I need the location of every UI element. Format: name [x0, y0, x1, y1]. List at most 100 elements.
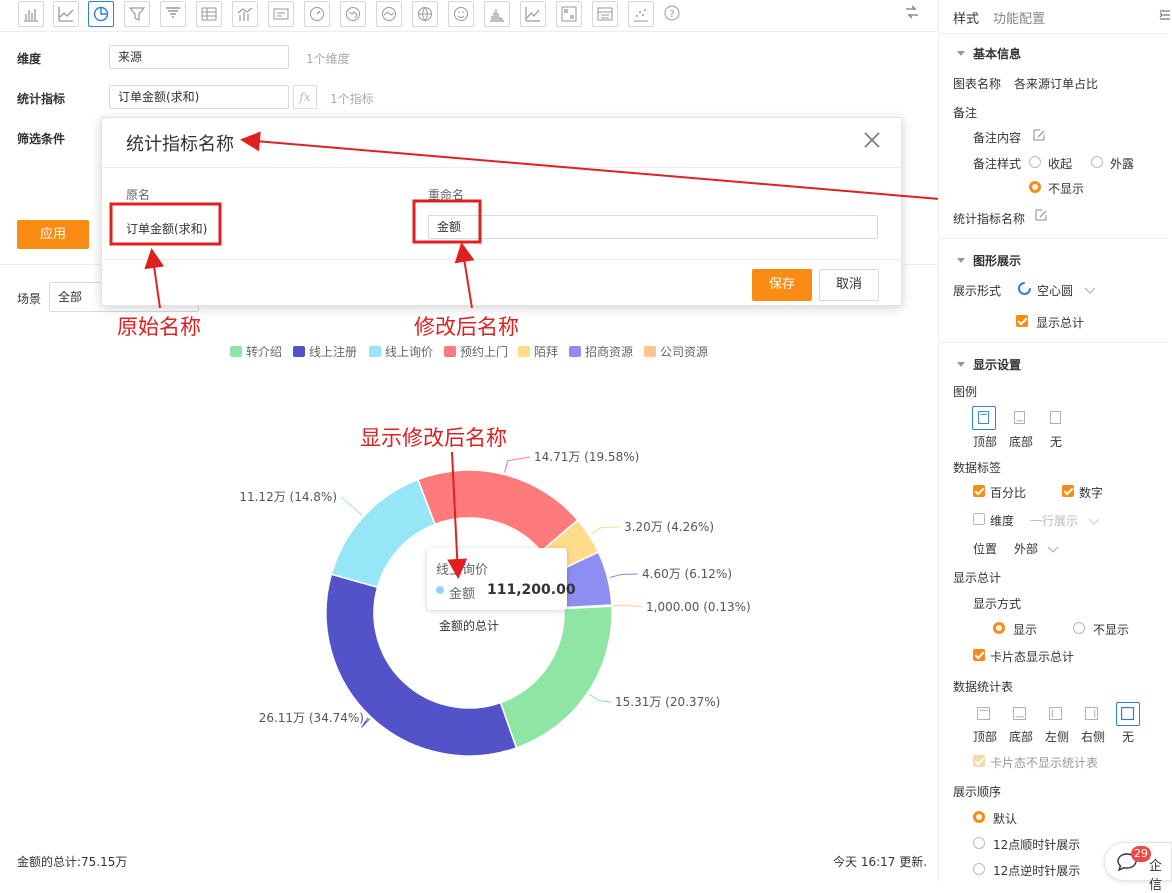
legend-opt-none: 无 [1050, 435, 1063, 449]
tooltip-value: 111,200.00 [487, 582, 576, 598]
donut-slice[interactable] [416, 469, 579, 553]
table-opt-bottom: 底部 [1009, 730, 1034, 744]
percent-label: 百分比 [990, 486, 1027, 500]
table-bottom-option[interactable] [1008, 702, 1032, 726]
radio-note-collapse[interactable] [1029, 156, 1041, 168]
radio-order-default[interactable] [973, 811, 985, 823]
data-label: 14.71万 (19.58%) [534, 450, 639, 464]
annotation-original-name: 原始名称 [117, 315, 201, 339]
show-opt-hide: 不显示 [1093, 623, 1130, 637]
chart-tooltip: 线上询价 金额 111,200.00 [427, 548, 576, 610]
data-label: 4.60万 (6.12%) [642, 567, 732, 581]
center-total-label: 金额的总计 [439, 619, 500, 633]
edit-icon[interactable] [1032, 128, 1046, 142]
number-label: 数字 [1079, 486, 1104, 500]
radio-order-ccw[interactable] [973, 863, 985, 875]
radio-hide[interactable] [1073, 622, 1085, 634]
section-graph[interactable]: 图形展示 [957, 252, 1021, 269]
note-style-label: 备注样式 [973, 157, 1022, 171]
legend-bottom-option[interactable] [1008, 406, 1032, 430]
note-opt-hide: 不显示 [1048, 182, 1085, 196]
card-total-label: 卡片态显示总计 [990, 650, 1075, 664]
edit-metric-icon[interactable] [1034, 208, 1048, 222]
chevron-down-icon[interactable] [1088, 515, 1100, 525]
radio-note-expose[interactable] [1091, 156, 1103, 168]
label-leader-line [613, 604, 643, 608]
position-label: 位置 [973, 542, 998, 556]
chart-name-value[interactable]: 各来源订单占比 [1014, 75, 1098, 92]
card-no-table-checkbox[interactable] [973, 755, 985, 767]
dimension-check-label: 维度 [990, 514, 1015, 528]
data-label: 26.11万 (34.74%) [259, 711, 364, 725]
table-left-option[interactable] [1044, 702, 1068, 726]
note-label: 备注 [953, 106, 978, 120]
table-opt-right: 右侧 [1081, 730, 1106, 744]
single-row-select[interactable]: 一行展示 [1030, 512, 1078, 529]
card-total-checkbox[interactable] [973, 649, 985, 661]
table-opt-left: 左侧 [1045, 730, 1070, 744]
collapse-icon[interactable] [1159, 9, 1171, 21]
show-total-checkbox[interactable] [1016, 315, 1028, 327]
table-opt-top: 顶部 [973, 730, 998, 744]
number-checkbox[interactable] [1062, 485, 1074, 497]
label-leader-line [609, 573, 639, 578]
legend-none-option[interactable] [1044, 406, 1068, 430]
tooltip-series: 金额 [449, 587, 476, 602]
show-opt-show: 显示 [1013, 623, 1038, 637]
panel-divider [938, 342, 1168, 343]
chevron-down-icon[interactable] [1047, 543, 1059, 553]
label-leader-line [340, 496, 363, 516]
annotation-show-modified: 显示修改后名称 [360, 426, 507, 450]
tab-config[interactable]: 功能配置 [993, 8, 1045, 27]
chat-badge: 29 [1131, 846, 1151, 862]
donut-slice[interactable] [330, 478, 436, 589]
stat-table-label: 数据统计表 [953, 680, 1014, 694]
chat-widget[interactable]: 29 企信 [1104, 842, 1172, 893]
donut-icon [1017, 281, 1032, 296]
table-right-option[interactable] [1080, 702, 1104, 726]
chat-label: 企信 [1149, 859, 1163, 893]
show-total-section-label: 显示总计 [953, 571, 1002, 585]
table-top-option[interactable] [972, 702, 996, 726]
radio-show[interactable] [993, 622, 1005, 634]
section-basic[interactable]: 基本信息 [957, 45, 1021, 62]
label-leader-line [588, 693, 612, 703]
chart-name-label: 图表名称 [953, 77, 1002, 91]
radio-note-hide[interactable] [1029, 181, 1041, 193]
chevron-down-icon[interactable] [1084, 284, 1096, 294]
legend-setting-label: 图例 [953, 385, 978, 399]
order-label: 展示顺序 [953, 785, 1002, 799]
table-opt-none: 无 [1122, 730, 1135, 744]
donut-slice[interactable] [499, 605, 613, 749]
percent-checkbox[interactable] [973, 485, 985, 497]
order-opt-default: 默认 [993, 812, 1018, 826]
tooltip-marker [436, 586, 444, 594]
note-opt-collapse: 收起 [1048, 157, 1073, 171]
display-form-label: 展示形式 [953, 284, 1002, 298]
tab-style[interactable]: 样式 [953, 8, 979, 27]
note-content-label: 备注内容 [973, 131, 1022, 145]
update-time: 今天 16:17 更新. [833, 855, 928, 869]
legend-opt-top: 顶部 [973, 435, 998, 449]
show-total-label: 显示总计 [1036, 316, 1085, 330]
panel-divider [938, 238, 1168, 239]
data-label: 15.31万 (20.37%) [615, 695, 720, 709]
dimension-checkbox[interactable] [973, 513, 985, 525]
label-leader-line [504, 456, 531, 473]
data-label: 1,000.00 (0.13%) [646, 600, 751, 614]
legend-top-option[interactable] [972, 406, 996, 430]
order-opt-ccw: 12点逆时针展示 [993, 864, 1081, 878]
tooltip-category: 线上询价 [436, 563, 489, 578]
position-select[interactable]: 外部 [1014, 540, 1038, 557]
data-label: 11.12万 (14.8%) [239, 490, 337, 504]
metric-name-label: 统计指标名称 [953, 212, 1026, 226]
data-label: 3.20万 (4.26%) [624, 520, 714, 534]
note-opt-expose: 外露 [1110, 157, 1135, 171]
show-mode-label: 显示方式 [973, 597, 1022, 611]
display-form-value[interactable]: 空心圆 [1037, 282, 1073, 299]
legend-opt-bottom: 底部 [1009, 435, 1034, 449]
radio-order-cw[interactable] [973, 837, 985, 849]
annotation-modified-name: 修改后名称 [414, 315, 519, 339]
section-display[interactable]: 显示设置 [957, 356, 1021, 373]
table-none-option[interactable] [1116, 702, 1140, 726]
